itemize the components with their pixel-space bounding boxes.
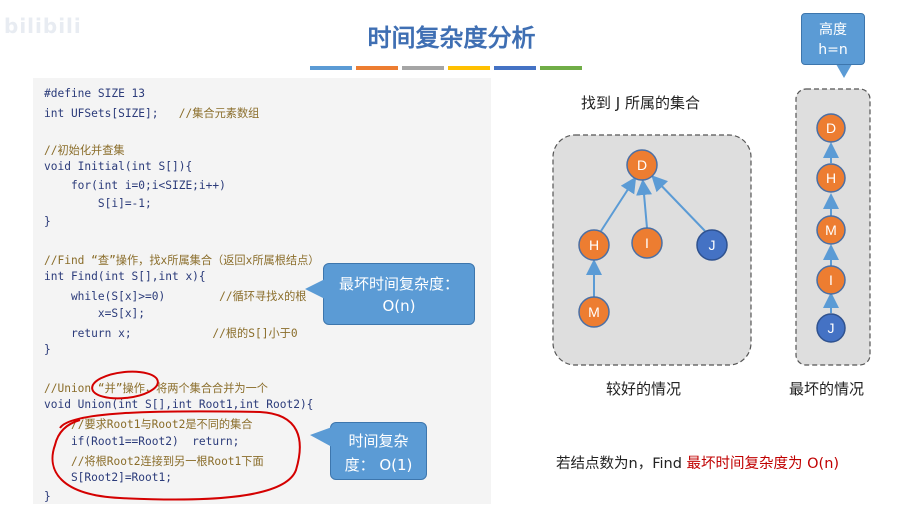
chain-node-h-label: H [826, 170, 836, 186]
node-h-label: H [589, 237, 599, 253]
chain-node-h: H [816, 163, 846, 193]
node-m: M [578, 296, 610, 328]
node-j-label: J [709, 237, 716, 253]
height-callout-line1: 高度 [819, 22, 847, 38]
height-callout: 高度 h=n [801, 13, 865, 65]
height-callout-line2: h=n [818, 42, 848, 58]
chain-node-d-label: D [826, 120, 836, 136]
node-d-label: D [637, 157, 647, 173]
summary-note: 若结点数为n，Find 最坏时间复杂度为 O(n) [556, 452, 839, 473]
left-tree-caption: 较好的情况 [606, 380, 682, 398]
chain-node-i-label: I [829, 272, 833, 288]
chain-node-j-label: J [828, 320, 835, 336]
chain-node-d: D [816, 113, 846, 143]
height-callout-pointer [836, 64, 852, 78]
node-m-label: M [588, 304, 600, 320]
node-i-label: I [645, 235, 649, 251]
chain-node-m: M [816, 215, 846, 245]
node-d: D [626, 149, 658, 181]
node-i: I [631, 227, 663, 259]
node-j: J [696, 229, 728, 261]
node-h: H [578, 229, 610, 261]
tree-diagrams: D H I J M D H M I J [552, 64, 871, 366]
summary-note-prefix: 若结点数为n，Find [556, 456, 687, 472]
chain-node-j: J [816, 313, 846, 343]
chain-node-i: I [816, 265, 846, 295]
summary-note-highlight: 最坏时间复杂度为 O(n) [686, 456, 840, 472]
right-tree-caption: 最坏的情况 [789, 380, 865, 398]
chain-node-m-label: M [825, 222, 837, 238]
